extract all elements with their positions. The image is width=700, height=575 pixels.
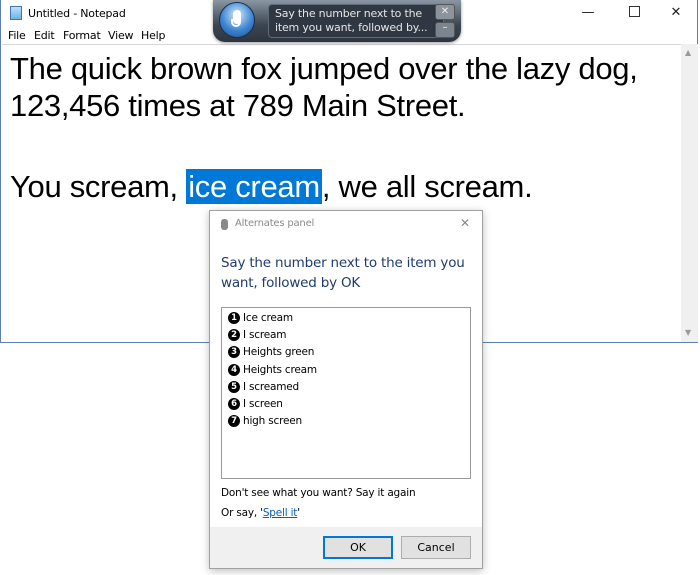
text-before-selection: You scream, <box>10 169 187 204</box>
list-item[interactable]: 3 Heights green <box>228 346 314 362</box>
text-line-1: The quick brown fox jumped over the lazy… <box>10 51 638 86</box>
number-badge-icon: 1 <box>228 312 240 324</box>
number-badge-icon: 2 <box>228 329 240 341</box>
number-badge-icon: 6 <box>228 398 240 410</box>
list-item[interactable]: 1 Ice cream <box>228 312 293 328</box>
list-item[interactable]: 7 high screen <box>228 415 302 431</box>
list-item-label: Heights cream <box>243 364 317 376</box>
maximize-icon <box>628 6 640 17</box>
dialog-button-bar: OK Cancel <box>210 527 482 568</box>
scroll-up-icon[interactable]: ▲ <box>685 48 691 57</box>
spell-prefix: Or say, ' <box>221 507 263 519</box>
selected-text[interactable]: ice cream <box>186 169 322 204</box>
list-item[interactable]: 4 Heights cream <box>228 364 317 380</box>
speech-close-button[interactable]: ✕ <box>435 4 455 20</box>
list-item-label: I screen <box>243 398 283 410</box>
list-item-label: Heights green <box>243 346 315 358</box>
speech-feedback-message: Say the number next to the item you want… <box>268 4 444 38</box>
list-item[interactable]: 5I screamed <box>228 381 299 397</box>
vertical-scrollbar[interactable]: ▲ ▼ <box>681 44 698 342</box>
menu-help[interactable]: Help <box>141 29 165 42</box>
microphone-button[interactable] <box>219 2 255 38</box>
ok-button[interactable]: OK <box>323 536 393 559</box>
notepad-icon <box>10 6 22 20</box>
speech-minimize-button[interactable]: – <box>435 22 455 38</box>
maximize-button[interactable] <box>611 0 657 26</box>
number-badge-icon: 7 <box>228 415 240 427</box>
text-line-3: You scream, ice cream, we all scream. <box>10 169 533 205</box>
microphone-icon <box>221 219 228 230</box>
spell-suffix: ' <box>297 507 300 519</box>
microphone-stand-icon <box>231 19 241 27</box>
dialog-close-button[interactable]: ✕ <box>460 216 470 230</box>
number-badge-icon: 5 <box>228 381 240 393</box>
menu-file[interactable]: File <box>8 29 26 42</box>
list-item[interactable]: 2I scream <box>228 329 286 345</box>
menu-edit[interactable]: Edit <box>34 29 55 42</box>
scroll-down-icon[interactable]: ▼ <box>685 328 691 337</box>
dialog-title: Alternates panel <box>235 218 315 229</box>
cancel-button[interactable]: Cancel <box>401 536 471 559</box>
speech-recognition-bar: Say the number next to the item you want… <box>213 0 461 42</box>
minimize-button[interactable]: — <box>565 0 611 26</box>
list-item[interactable]: 6I screen <box>228 398 283 414</box>
spell-it-link[interactable]: Spell it <box>263 507 298 519</box>
window-title: Untitled - Notepad <box>28 7 126 20</box>
alternates-panel: Alternates panel ✕ Say the number next t… <box>209 210 483 569</box>
menu-format[interactable]: Format <box>63 29 101 42</box>
text-after-selection: , we all scream. <box>321 169 533 204</box>
alternates-list[interactable]: 1 Ice cream 2I scream 3 Heights green 4 Hei… <box>221 307 471 479</box>
number-badge-icon: 4 <box>228 364 240 376</box>
list-item-label: I screamed <box>243 381 300 393</box>
list-item-label: high screen <box>243 415 302 427</box>
list-item-label: I scream <box>243 329 287 341</box>
close-button[interactable]: ✕ <box>653 0 699 26</box>
dialog-instructions: Say the number next to the item you want… <box>221 255 465 291</box>
text-line-2: 123,456 times at 789 Main Street. <box>10 88 466 123</box>
list-item-label: Ice cream <box>243 312 293 324</box>
menu-view[interactable]: View <box>108 29 134 42</box>
retry-hint: Don't see what you want? Say it again <box>221 487 416 499</box>
number-badge-icon: 3 <box>228 346 240 358</box>
spell-it-hint: Or say, 'Spell it' <box>221 507 300 519</box>
